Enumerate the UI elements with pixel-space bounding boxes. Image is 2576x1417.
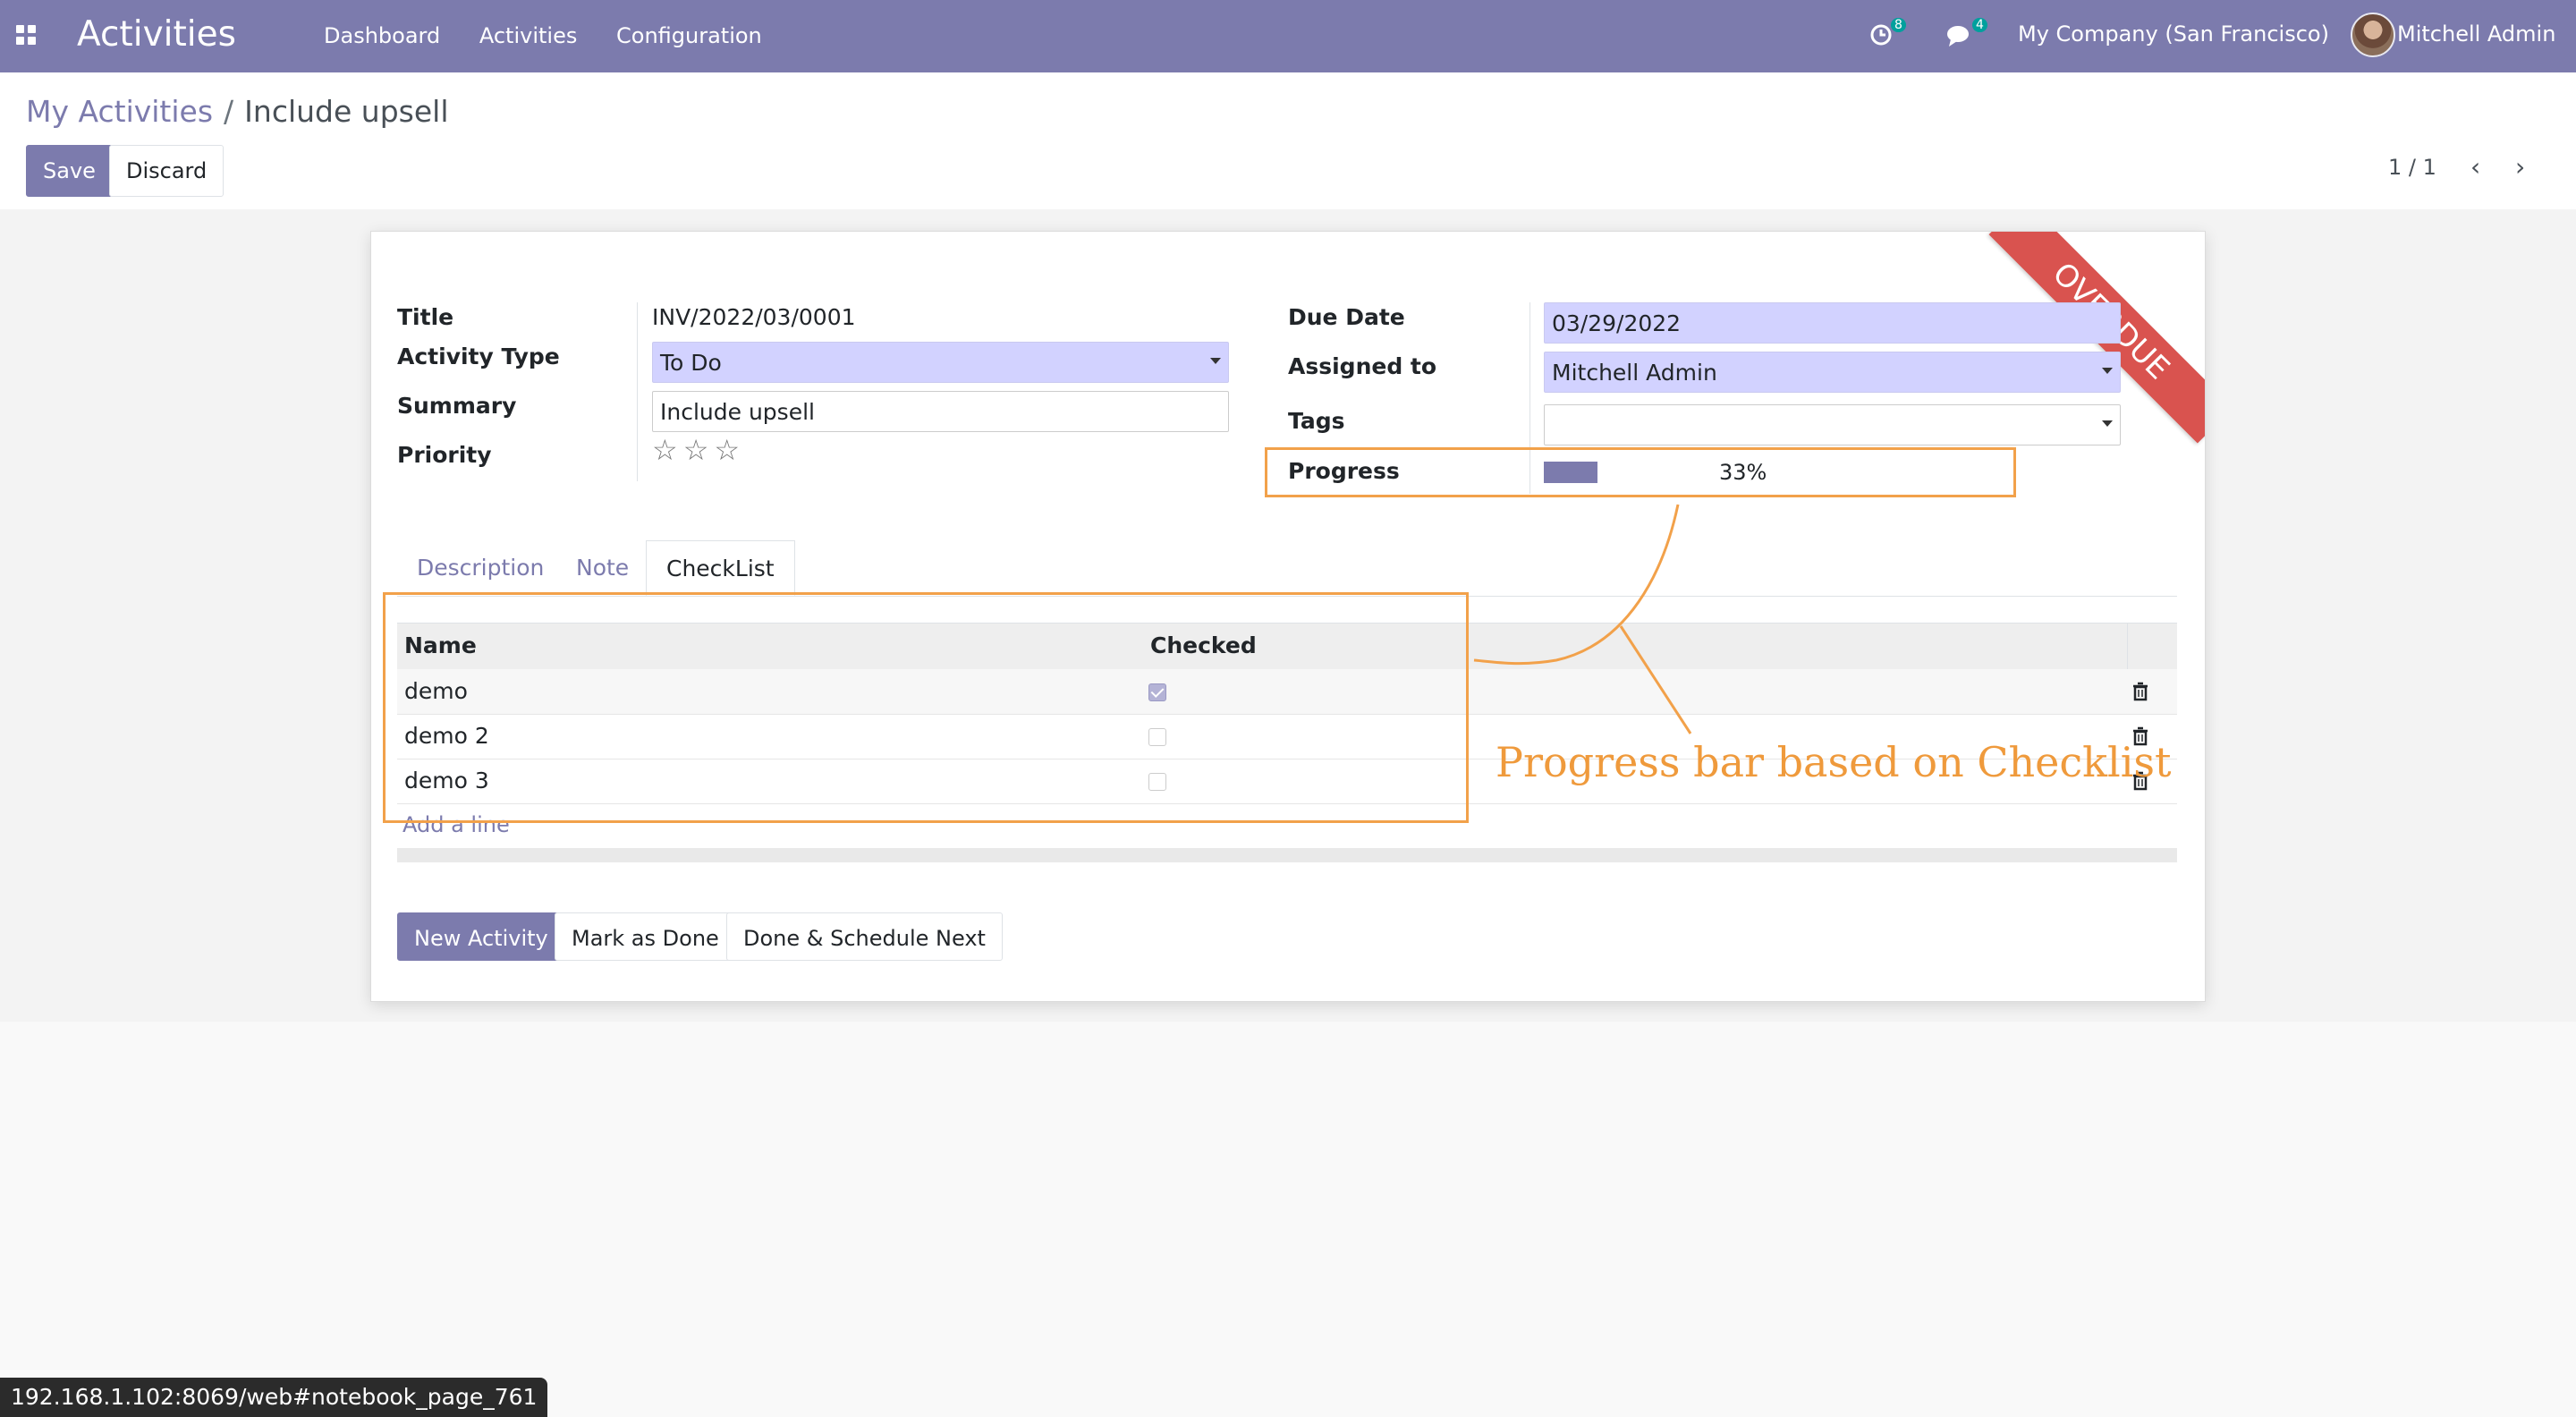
annotation-arrow	[1473, 504, 1692, 734]
annotation-label: Progress bar based on Checklist	[1496, 738, 2172, 786]
status-url: 192.168.1.102:8069/web#notebook_page_761	[0, 1378, 548, 1417]
